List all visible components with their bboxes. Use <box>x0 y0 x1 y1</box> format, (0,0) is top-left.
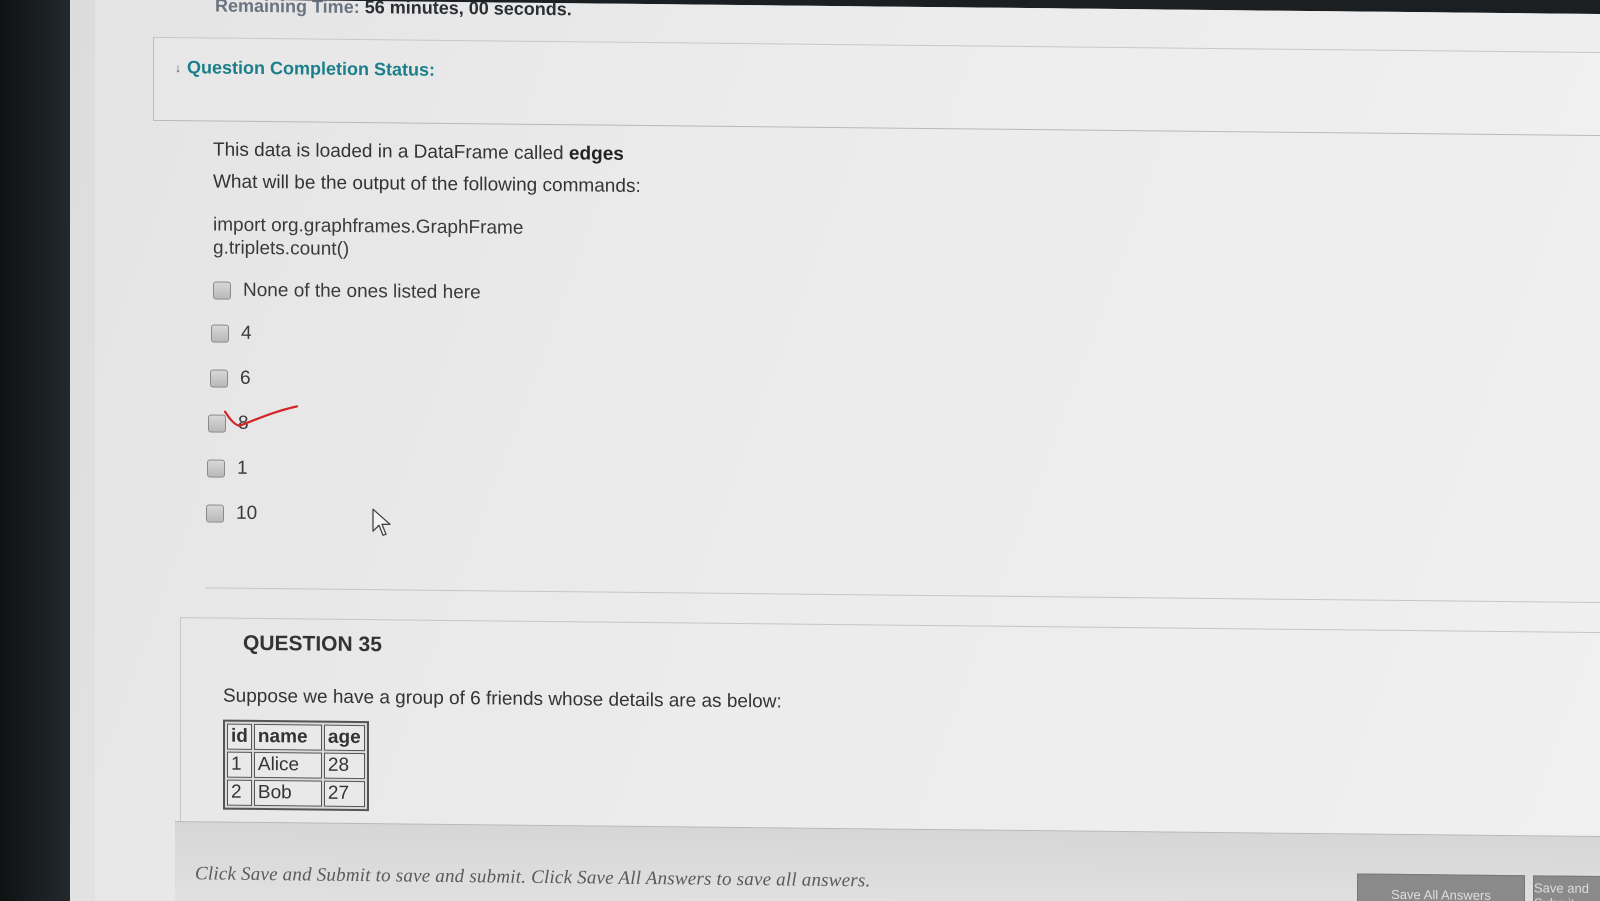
table-cell: 2 <box>227 779 252 806</box>
answer-option[interactable]: 6 <box>210 367 251 389</box>
question-line-1: This data is loaded in a DataFrame calle… <box>213 139 624 165</box>
remaining-time-value: 56 minutes, 00 seconds. <box>364 0 572 20</box>
answer-option-label: 1 <box>237 457 248 479</box>
answer-checkbox[interactable] <box>206 504 224 523</box>
answer-checkbox[interactable] <box>210 369 228 388</box>
code-line-1: import org.graphframes.GraphFrame <box>213 214 524 239</box>
code-line-2: g.triplets.count() <box>213 237 350 260</box>
browser-screen: Remaining Time: 56 minutes, 00 seconds. … <box>70 0 1600 901</box>
table-cell: 1 <box>227 751 252 778</box>
red-pen-checkmark <box>223 405 299 427</box>
answer-checkbox[interactable] <box>207 459 225 478</box>
answer-option-label: None of the ones listed here <box>243 279 481 304</box>
table-cell: 28 <box>323 752 365 780</box>
question-35-panel <box>180 617 1600 843</box>
answer-checkbox[interactable] <box>213 281 231 300</box>
chevron-down-icon: ↓ <box>175 60 181 75</box>
table-header-name: name <box>253 723 322 751</box>
answer-option-label: 4 <box>241 322 252 344</box>
remaining-time: Remaining Time: 56 minutes, 00 seconds. <box>215 0 572 20</box>
answer-checkbox[interactable] <box>211 324 229 343</box>
answer-option[interactable]: 10 <box>206 502 257 525</box>
friends-table: id name age 1 Alice 28 2 Bob 27 <box>223 719 369 812</box>
completion-status-panel <box>153 36 1600 137</box>
table-row: 2 Bob 27 <box>227 779 365 808</box>
table-row: 1 Alice 28 <box>227 751 365 780</box>
mouse-cursor-icon <box>372 508 391 536</box>
table-header-id: id <box>227 723 252 750</box>
question-line-2: What will be the output of the following… <box>213 171 641 197</box>
table-header-age: age <box>323 724 365 752</box>
answer-option[interactable]: 4 <box>211 322 252 344</box>
save-all-answers-button[interactable]: Save All Answers <box>1357 873 1525 901</box>
answer-option-label: 10 <box>236 502 258 524</box>
table-cell: Alice <box>253 751 322 779</box>
answer-option-label: 6 <box>240 367 251 389</box>
table-cell: 27 <box>323 780 365 808</box>
question-divider <box>205 587 1600 604</box>
completion-status-heading: Question Completion Status: <box>187 57 436 80</box>
test-page: Remaining Time: 56 minutes, 00 seconds. … <box>95 0 1600 901</box>
question-line-1-bold: edges <box>568 143 624 165</box>
answer-option[interactable]: 1 <box>207 457 248 479</box>
save-and-submit-button[interactable]: Save and Submit <box>1533 875 1600 901</box>
remaining-time-label: Remaining Time: <box>215 0 360 18</box>
question-line-1-text: This data is loaded in a DataFrame calle… <box>213 139 569 165</box>
table-cell: Bob <box>253 779 322 807</box>
answer-option[interactable]: None of the ones listed here <box>213 279 481 304</box>
question-35-title: QUESTION 35 <box>243 631 382 657</box>
completion-status-toggle[interactable]: ↓ Question Completion Status: <box>175 57 435 81</box>
table-header-row: id name age <box>227 723 365 752</box>
